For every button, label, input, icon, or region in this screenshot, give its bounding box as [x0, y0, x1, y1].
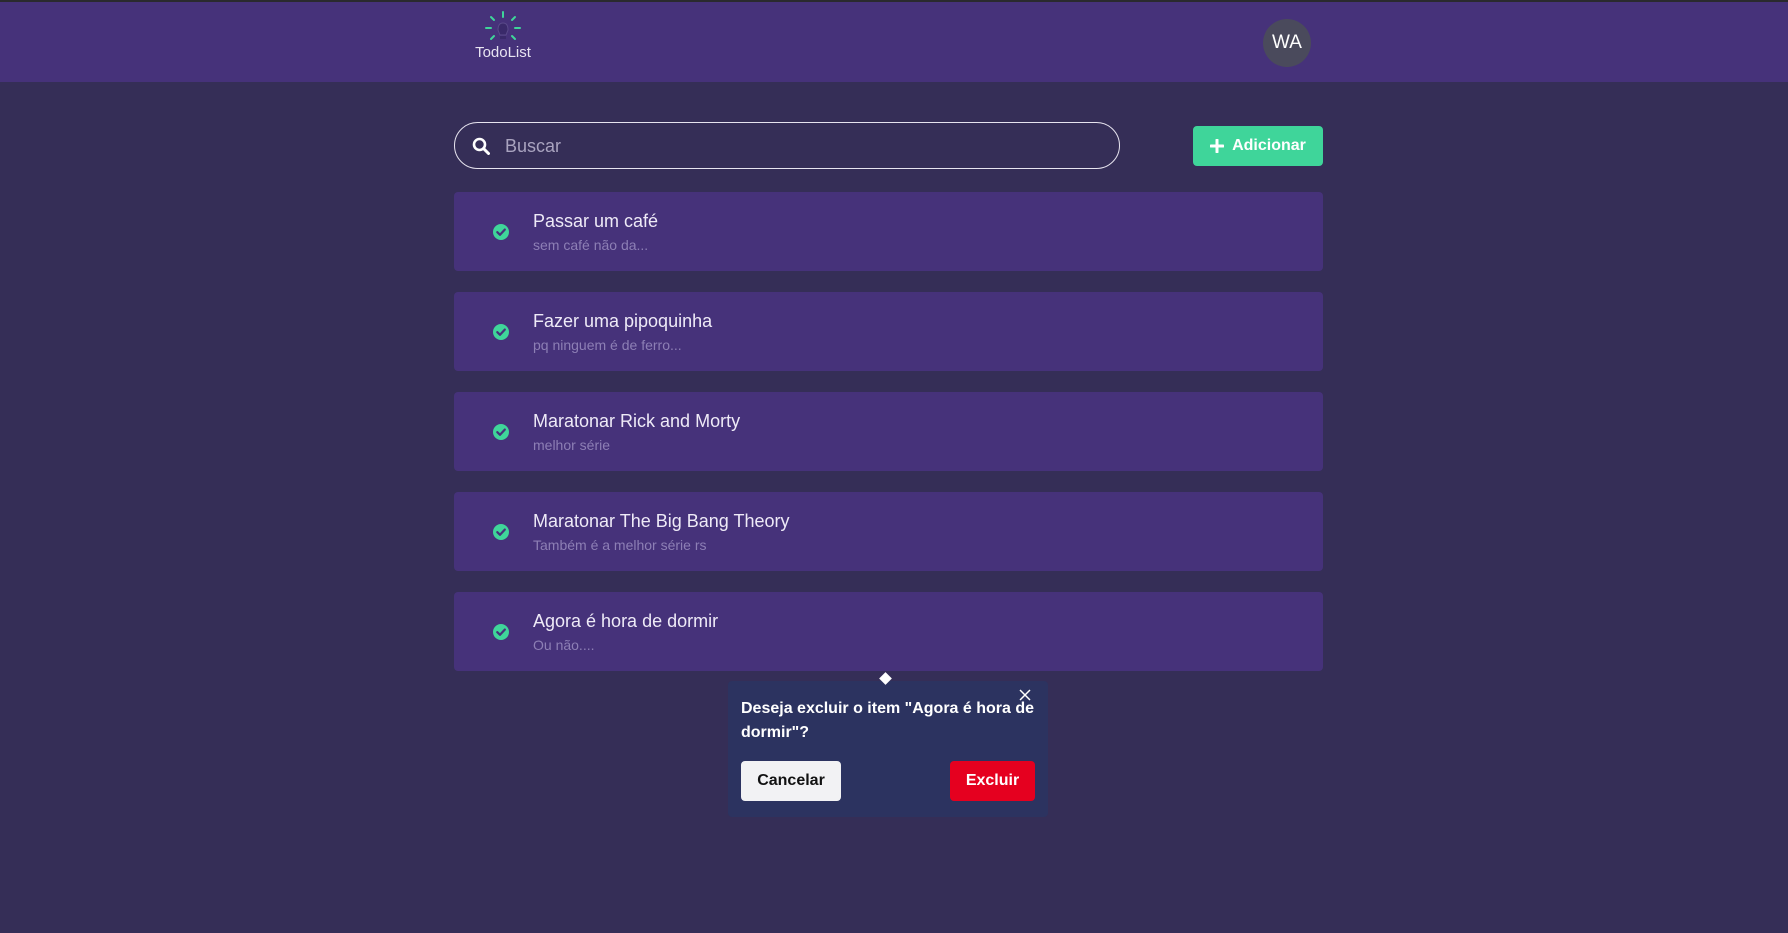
task-item[interactable]: Agora é hora de dormir Ou não.... [454, 592, 1323, 671]
task-item[interactable]: Maratonar The Big Bang Theory Também é a… [454, 492, 1323, 571]
task-title: Passar um café [533, 211, 659, 231]
check-circle-icon[interactable] [493, 224, 509, 240]
add-button-label: Adicionar [1232, 137, 1306, 154]
task-item[interactable]: Maratonar Rick and Morty melhor série [454, 392, 1323, 471]
delete-button[interactable]: Excluir [950, 761, 1035, 801]
task-description: sem café não da... [533, 237, 649, 253]
plus-icon [1210, 139, 1225, 153]
check-circle-icon[interactable] [493, 324, 509, 340]
check-circle-icon[interactable] [493, 624, 509, 640]
task-description: Também é a melhor série rs [533, 537, 707, 553]
task-title: Fazer uma pipoquinha [533, 311, 713, 331]
task-description: pq ninguem é de ferro... [533, 337, 682, 353]
search-input[interactable] [503, 123, 1107, 170]
search-icon [472, 137, 490, 155]
app-logo[interactable]: TodoList [470, 10, 536, 66]
confirm-message: Deseja excluir o item "Agora é hora de d… [741, 700, 1035, 741]
search-bar [454, 122, 1120, 170]
task-item[interactable]: Fazer uma pipoquinha pq ninguem é de fer… [454, 292, 1323, 371]
check-circle-icon[interactable] [493, 424, 509, 440]
add-button[interactable]: Adicionar [1193, 126, 1323, 166]
logo-text: TodoList [475, 44, 531, 61]
task-title: Maratonar Rick and Morty [533, 411, 741, 431]
task-title: Agora é hora de dormir [533, 611, 719, 631]
task-description: melhor série [533, 437, 611, 453]
task-item[interactable]: Passar um café sem café não da... [454, 192, 1323, 271]
avatar[interactable]: WA [1263, 19, 1311, 67]
lightbulb-icon [485, 11, 521, 40]
task-title: Maratonar The Big Bang Theory [533, 511, 790, 531]
task-description: Ou não.... [533, 637, 595, 653]
cancel-button[interactable]: Cancelar [741, 761, 841, 801]
app-header: TodoList WA [0, 2, 1788, 82]
check-circle-icon[interactable] [493, 524, 509, 540]
